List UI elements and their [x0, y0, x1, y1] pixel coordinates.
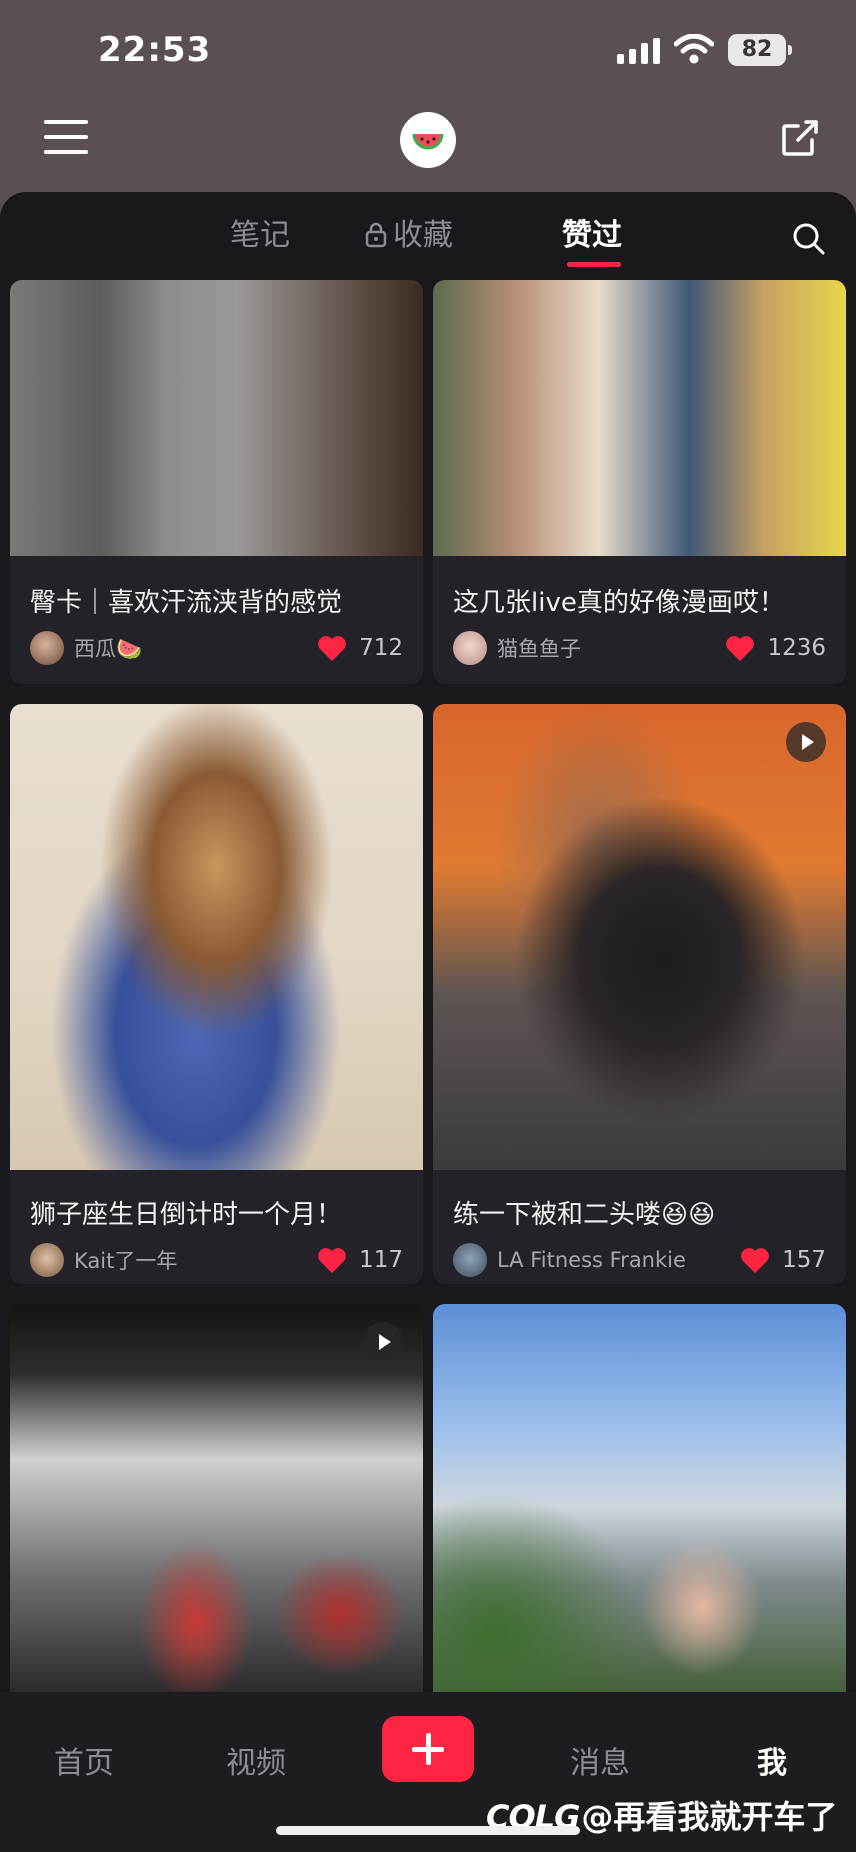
note-card[interactable]	[10, 1304, 423, 1692]
lock-icon	[365, 222, 387, 247]
note-card[interactable]: 臀卡｜喜欢汗流浃背的感觉 西瓜🍉 712	[10, 280, 423, 684]
note-card[interactable]: 这几张live真的好像漫画哎！ 猫鱼鱼子 1236	[433, 280, 846, 684]
video-play-icon	[363, 1322, 403, 1362]
tab-liked[interactable]: 赞过	[562, 216, 622, 256]
like-button[interactable]: 712	[317, 630, 403, 666]
note-card[interactable]	[433, 1304, 846, 1692]
like-button[interactable]: 157	[740, 1242, 826, 1278]
wifi-icon	[674, 34, 714, 64]
like-count: 1236	[767, 635, 826, 661]
note-author[interactable]: Kait了一年	[30, 1242, 177, 1278]
author-name: LA Fitness Frankie	[497, 1248, 686, 1272]
note-title: 狮子座生日倒计时一个月！	[30, 1200, 343, 1230]
tab-notes[interactable]: 笔记	[230, 216, 290, 256]
note-cover-image	[10, 704, 423, 1170]
cellular-signal-icon	[617, 38, 660, 64]
like-count: 157	[782, 1247, 826, 1273]
battery-icon: 82	[728, 34, 792, 66]
active-tab-indicator	[567, 262, 621, 267]
avatar	[453, 631, 487, 665]
note-title: 练一下被和二头喽😆😆	[453, 1200, 716, 1230]
video-play-icon	[786, 722, 826, 762]
note-author[interactable]: 西瓜🍉	[30, 630, 142, 666]
note-title: 这几张live真的好像漫画哎！	[453, 588, 785, 618]
like-count: 117	[359, 1247, 403, 1273]
like-button[interactable]: 1236	[725, 630, 826, 666]
note-title: 臀卡｜喜欢汗流浃背的感觉	[30, 588, 343, 618]
note-cover-image	[433, 1304, 846, 1692]
tab-home[interactable]: 首页	[34, 1738, 134, 1782]
note-cover-image	[10, 1304, 423, 1692]
heart-icon	[318, 636, 346, 661]
bottom-tab-bar: 首页 视频 消息 我 COLG@再看我就开车了	[0, 1692, 856, 1852]
author-name: 西瓜🍉	[74, 637, 143, 661]
content-panel: 笔记 收藏 赞过 臀卡｜喜欢汗流浃背的感觉 西瓜🍉 712 这几张live真的好…	[0, 192, 856, 1692]
tab-me[interactable]: 我	[722, 1738, 822, 1782]
tab-messages[interactable]: 消息	[550, 1738, 650, 1782]
heart-icon	[741, 1248, 769, 1273]
note-cover-image	[433, 280, 846, 556]
author-name: Kait了一年	[74, 1249, 178, 1273]
note-author[interactable]: 猫鱼鱼子	[453, 630, 581, 666]
note-cover-image	[10, 280, 423, 556]
top-navigation	[0, 100, 856, 192]
heart-icon	[318, 1248, 346, 1273]
tab-favorites[interactable]: 收藏	[365, 216, 453, 256]
profile-tabs: 笔记 收藏 赞过	[0, 192, 856, 280]
note-cover-image	[433, 704, 846, 1170]
avatar	[453, 1243, 487, 1277]
like-count: 712	[359, 635, 403, 661]
status-bar: 22:53 82	[0, 0, 856, 100]
note-card[interactable]: 狮子座生日倒计时一个月！ Kait了一年 117	[10, 704, 423, 1284]
tab-favorites-label: 收藏	[393, 218, 453, 253]
avatar	[30, 1243, 64, 1277]
note-author[interactable]: LA Fitness Frankie	[453, 1242, 686, 1278]
heart-icon	[726, 636, 755, 661]
create-post-button[interactable]	[382, 1716, 474, 1782]
watermelon-avatar-icon[interactable]	[400, 112, 456, 168]
author-name: 猫鱼鱼子	[497, 637, 581, 661]
avatar	[30, 631, 64, 665]
battery-level: 82	[728, 34, 786, 66]
note-card[interactable]: 练一下被和二头喽😆😆 LA Fitness Frankie 157	[433, 704, 846, 1284]
tab-video[interactable]: 视频	[206, 1738, 306, 1782]
search-icon[interactable]	[792, 222, 826, 256]
watermark-text: @再看我就开车了	[581, 1798, 838, 1836]
share-icon[interactable]	[780, 118, 820, 158]
status-time: 22:53	[98, 30, 212, 70]
like-button[interactable]: 117	[317, 1242, 403, 1278]
home-indicator[interactable]	[276, 1826, 580, 1835]
menu-button[interactable]	[44, 120, 88, 160]
